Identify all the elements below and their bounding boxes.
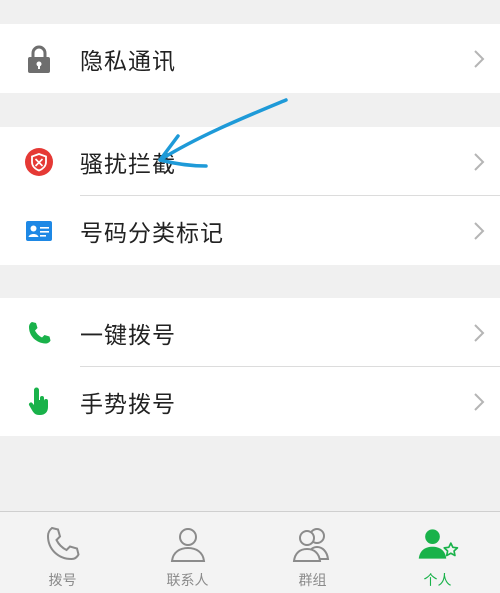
settings-group-privacy: 隐私通讯	[0, 24, 500, 93]
menu-item-harassment-blocking[interactable]: 骚扰拦截	[0, 127, 500, 196]
tab-dial[interactable]: 拨号	[0, 512, 125, 593]
menu-item-label: 隐私通讯	[80, 48, 176, 75]
tab-label: 拨号	[48, 573, 77, 589]
settings-group-blocking: 骚扰拦截 号码分类标记	[0, 127, 500, 265]
chevron-right-icon	[472, 221, 486, 241]
chevron-right-icon	[472, 49, 486, 69]
menu-item-label: 一键拨号	[80, 322, 176, 349]
menu-item-label: 手势拨号	[80, 391, 176, 418]
menu-item-gesture-dial[interactable]: 手势拨号	[0, 367, 500, 436]
lock-icon	[24, 44, 54, 74]
group-icon	[291, 524, 335, 564]
tab-label: 群组	[298, 573, 327, 589]
chevron-right-icon	[472, 323, 486, 343]
tab-label: 个人	[423, 573, 452, 589]
id-card-icon	[24, 216, 54, 246]
settings-group-dialing: 一键拨号 手势拨号	[0, 298, 500, 436]
shield-block-icon	[24, 147, 54, 177]
person-star-icon	[416, 524, 460, 564]
phone-icon	[24, 318, 54, 348]
tab-contacts[interactable]: 联系人	[125, 512, 250, 593]
chevron-right-icon	[472, 152, 486, 172]
menu-item-number-tagging[interactable]: 号码分类标记	[0, 196, 500, 265]
tab-label: 联系人	[166, 573, 209, 589]
chevron-right-icon	[472, 392, 486, 412]
phone-outline-icon	[41, 524, 85, 564]
menu-item-private-communication[interactable]: 隐私通讯	[0, 24, 500, 93]
bottom-tab-bar: 拨号 联系人 群组 个人	[0, 511, 500, 593]
menu-item-one-touch-dial[interactable]: 一键拨号	[0, 298, 500, 367]
tab-groups[interactable]: 群组	[250, 512, 375, 593]
person-icon	[166, 524, 210, 564]
menu-item-label: 号码分类标记	[80, 220, 224, 247]
tab-personal[interactable]: 个人	[375, 512, 500, 593]
hand-pointer-icon	[24, 387, 54, 417]
menu-item-label: 骚扰拦截	[80, 151, 176, 178]
